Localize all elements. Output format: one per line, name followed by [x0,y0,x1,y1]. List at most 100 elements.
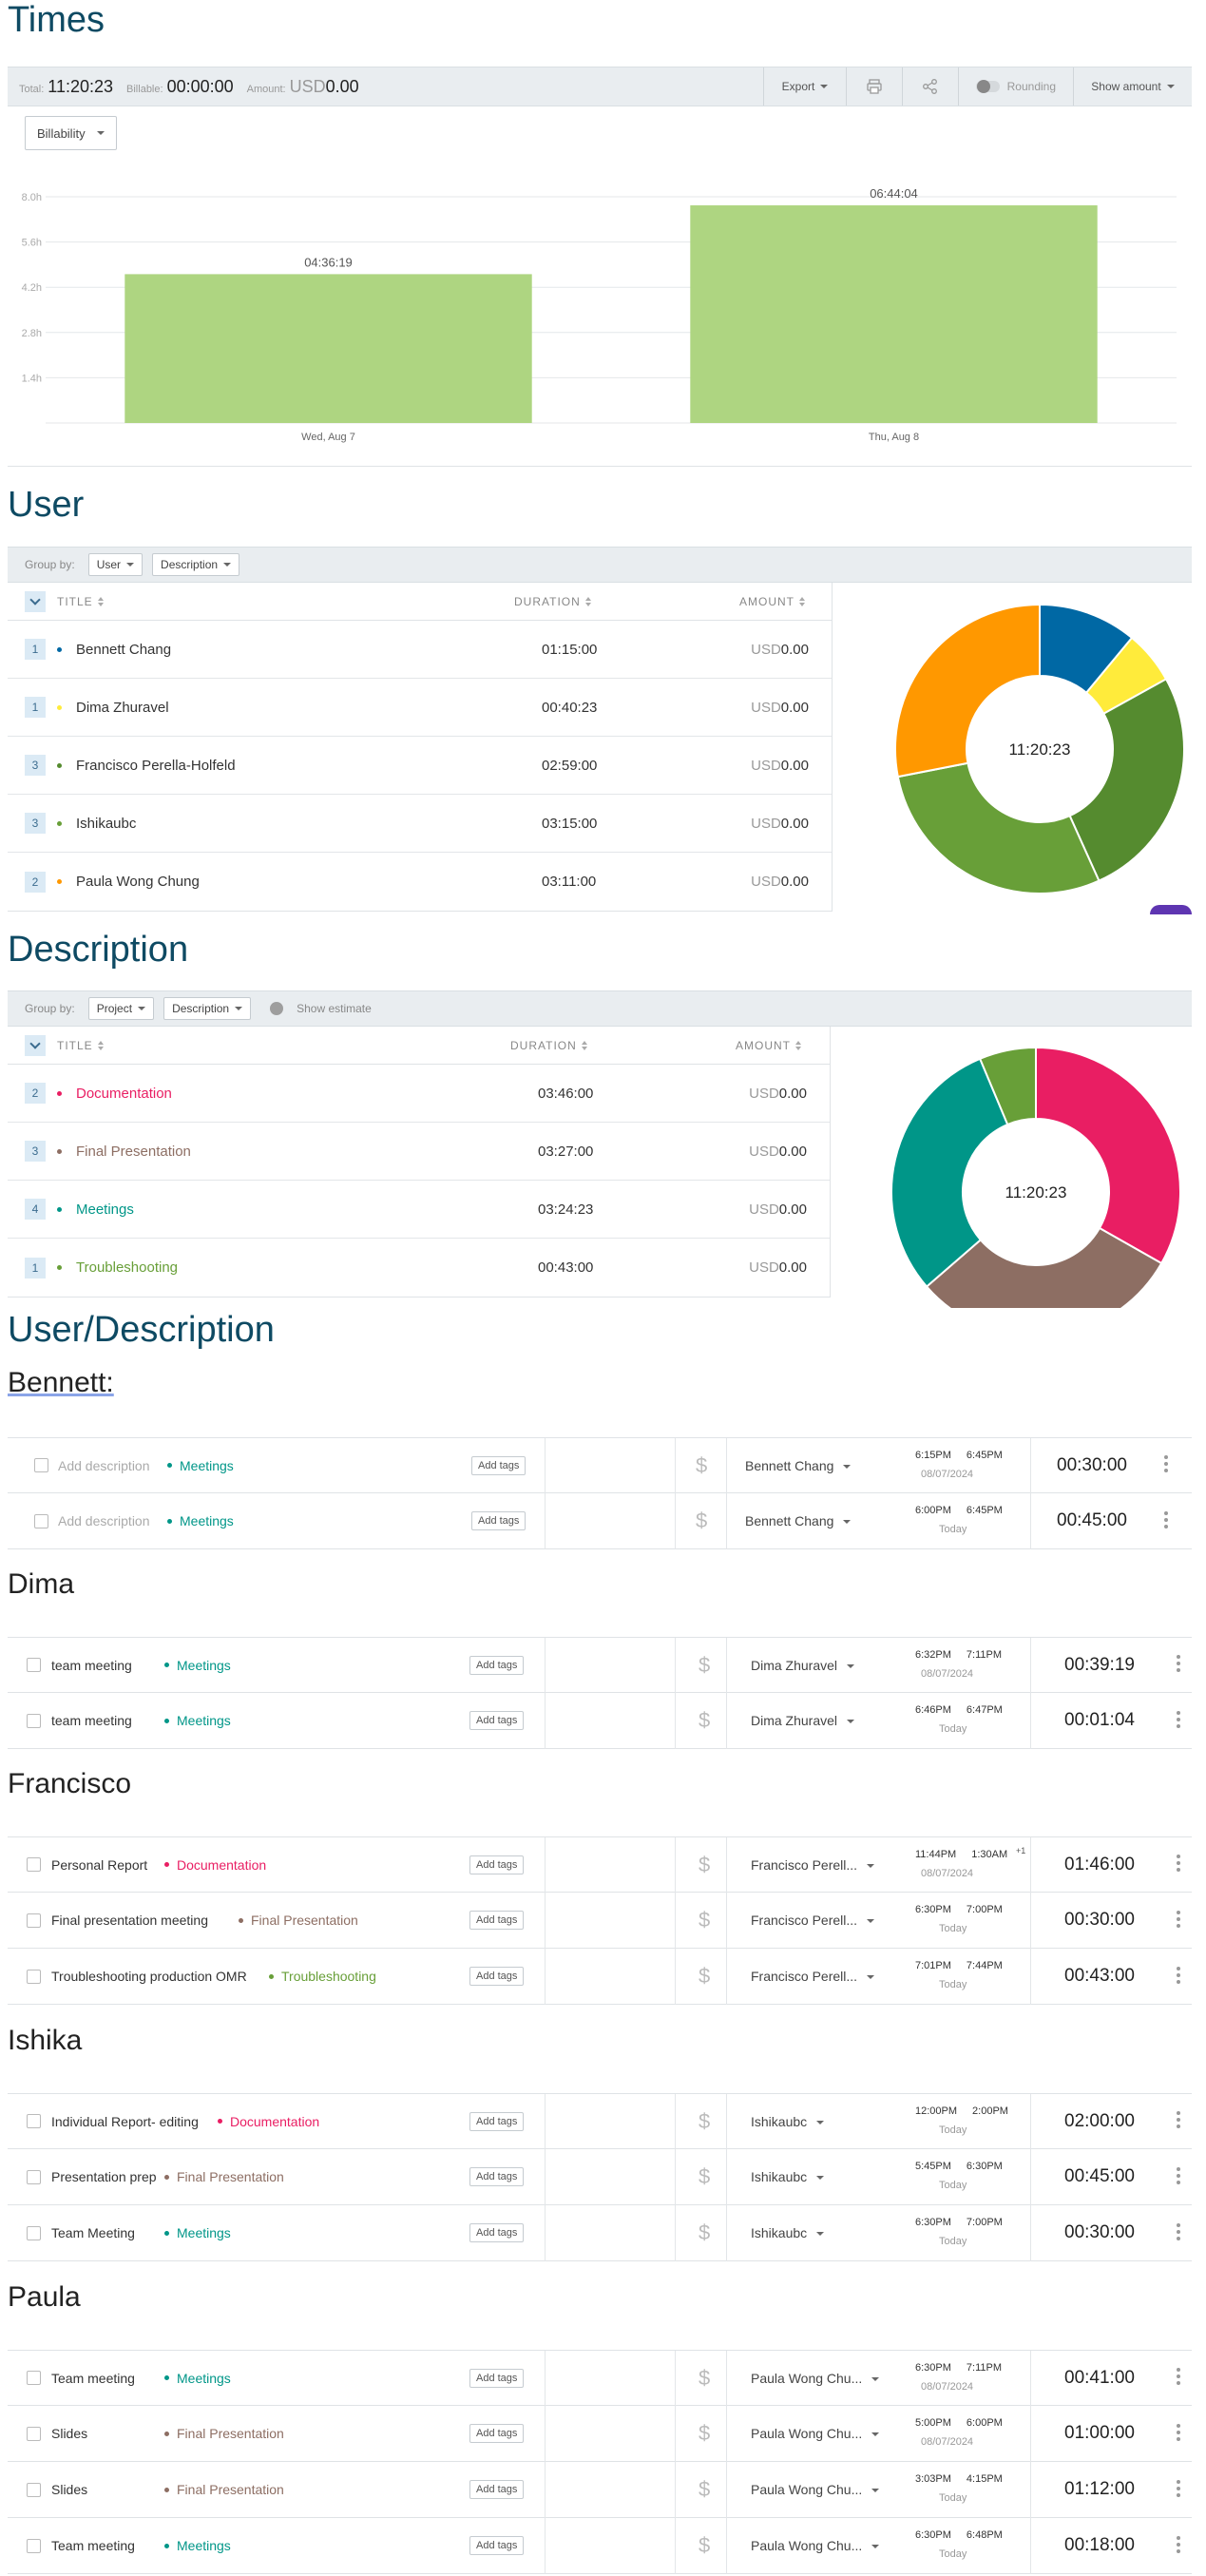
user-dropdown[interactable]: Bennett Chang [745,1513,852,1528]
project-selector[interactable]: Meetings [164,2538,231,2553]
project-selector[interactable]: Final Presentation [164,2482,284,2497]
entry-duration[interactable]: 00:45:00 [1057,1510,1127,1531]
table-row[interactable]: 1 Dima Zhuravel 00:40:23 USD0.00 [8,679,832,737]
more-options-icon[interactable] [1164,1510,1168,1531]
entry-duration[interactable]: 01:46:00 [1064,1855,1135,1875]
entry-date[interactable]: Today [939,2236,967,2247]
entry-date[interactable]: Today [939,2548,967,2560]
user-dropdown[interactable]: Paula Wong Chu... [751,2426,880,2441]
project-selector[interactable]: Meetings [164,2225,231,2240]
more-options-icon[interactable] [1177,2222,1180,2243]
entry-duration[interactable]: 00:30:00 [1057,1455,1127,1476]
add-tags-button[interactable]: Add tags [471,1455,526,1475]
bar[interactable] [124,274,532,423]
select-checkbox[interactable] [27,1713,41,1728]
add-tags-button[interactable]: Add tags [469,1967,525,1986]
entry-duration[interactable]: 00:43:00 [1064,1966,1135,1987]
start-end-times[interactable]: 6:30PM 7:11PM [915,2362,1002,2374]
billable-dollar-icon[interactable]: $ [699,1908,710,1932]
group-by-description-dropdown[interactable]: Description [152,553,240,576]
select-checkbox[interactable] [27,2371,41,2385]
more-options-icon[interactable] [1177,1966,1180,1987]
duration-column-header[interactable]: DURATION [514,595,591,608]
more-options-icon[interactable] [1177,2423,1180,2444]
start-end-times[interactable]: 6:30PM 7:00PM [915,1904,1003,1915]
entry-duration[interactable]: 00:01:04 [1064,1710,1135,1731]
billable-dollar-icon[interactable]: $ [699,2220,710,2245]
group-by-description-dropdown[interactable]: Description [163,997,252,1020]
entry-duration[interactable]: 00:30:00 [1064,1910,1135,1931]
billable-dollar-icon[interactable]: $ [699,1853,710,1877]
table-row[interactable]: 3 Ishikaubc 03:15:00 USD0.00 [8,795,832,853]
start-end-times[interactable]: 11:44PM 1:30AM [915,1849,1007,1860]
select-checkbox[interactable] [34,1458,48,1472]
project-selector[interactable]: Final Presentation [164,2169,284,2184]
start-end-times[interactable]: 6:30PM 7:00PM [915,2217,1003,2228]
user-dropdown[interactable]: Francisco Perell... [751,1857,875,1873]
entry-date[interactable]: Today [939,2124,967,2136]
entry-date[interactable]: Today [939,1524,967,1535]
group-by-user-dropdown[interactable]: User [87,553,144,576]
table-row[interactable]: 2 Paula Wong Chung 03:11:00 USD0.00 [8,853,832,911]
duration-column-header[interactable]: DURATION [510,1039,587,1052]
title-column-header[interactable]: TITLE [57,1039,104,1052]
entry-date[interactable]: Today [939,1923,967,1934]
more-options-icon[interactable] [1164,1455,1168,1475]
entry-date[interactable]: Today [939,2180,967,2191]
add-tags-button[interactable]: Add tags [469,2368,525,2388]
entry-duration[interactable]: 00:45:00 [1064,2166,1135,2187]
add-tags-button[interactable]: Add tags [469,2424,525,2443]
entry-duration[interactable]: 01:00:00 [1064,2423,1135,2444]
add-tags-button[interactable]: Add tags [469,2480,525,2499]
description-input[interactable]: Final presentation meeting [51,1913,208,1928]
description-input[interactable]: Team meeting [51,2371,135,2386]
billable-dollar-icon[interactable]: $ [699,2109,710,2134]
more-options-icon[interactable] [1177,2535,1180,2556]
rounding-toggle[interactable]: Rounding [959,67,1073,106]
entry-duration[interactable]: 02:00:00 [1064,2111,1135,2132]
billable-dollar-icon[interactable]: $ [699,2477,710,2502]
select-checkbox[interactable] [27,2114,41,2128]
entry-duration[interactable]: 01:12:00 [1064,2479,1135,2500]
amount-column-header[interactable]: AMOUNT [736,1039,801,1052]
group-by-project-dropdown[interactable]: Project [87,997,155,1020]
add-tags-button[interactable]: Add tags [471,1511,526,1530]
share-button[interactable] [903,67,958,106]
start-end-times[interactable]: 6:15PM 6:45PM [915,1450,1003,1461]
collapse-toggle[interactable] [25,1034,46,1056]
amount-column-header[interactable]: AMOUNT [739,595,805,608]
table-row[interactable]: 3 Francisco Perella-Holfeld 02:59:00 USD0.0… [8,737,832,795]
donut-slice[interactable] [1068,678,1185,882]
start-end-times[interactable]: 6:46PM 6:47PM [915,1704,1003,1716]
add-tags-button[interactable]: Add tags [469,1711,525,1730]
start-end-times[interactable]: 3:03PM 4:15PM [915,2473,1003,2485]
billable-dollar-icon[interactable]: $ [699,1708,710,1733]
billable-dollar-icon[interactable]: $ [699,2533,710,2558]
user-dropdown[interactable]: Paula Wong Chu... [751,2371,880,2386]
add-tags-button[interactable]: Add tags [469,1911,525,1930]
user-dropdown[interactable]: Paula Wong Chu... [751,2538,880,2553]
description-input[interactable]: Add description [58,1513,150,1528]
description-input[interactable]: team meeting [51,1658,132,1673]
project-selector[interactable]: Troubleshooting [269,1969,376,1984]
bar[interactable] [690,205,1098,423]
billable-dollar-icon[interactable]: $ [699,1964,710,1989]
select-checkbox[interactable] [34,1513,48,1528]
project-selector[interactable]: Final Presentation [164,2426,284,2441]
title-column-header[interactable]: TITLE [57,595,104,608]
billability-dropdown[interactable]: Billability [25,116,117,150]
entry-date[interactable]: 08/07/2024 [921,1668,973,1680]
select-checkbox[interactable] [27,2426,41,2441]
toggle-switch[interactable] [270,1002,284,1015]
user-dropdown[interactable]: Ishikaubc [751,2114,825,2129]
project-selector[interactable]: Documentation [164,1857,266,1873]
select-checkbox[interactable] [27,2225,41,2240]
description-input[interactable]: Team Meeting [51,2225,135,2240]
project-selector[interactable]: Meetings [164,1658,231,1673]
add-tags-button[interactable]: Add tags [469,1655,525,1675]
billable-dollar-icon[interactable]: $ [699,2164,710,2189]
project-selector[interactable]: Final Presentation [239,1913,358,1928]
select-checkbox[interactable] [27,2169,41,2184]
user-dropdown[interactable]: Ishikaubc [751,2225,825,2240]
billable-dollar-icon[interactable]: $ [699,1653,710,1678]
